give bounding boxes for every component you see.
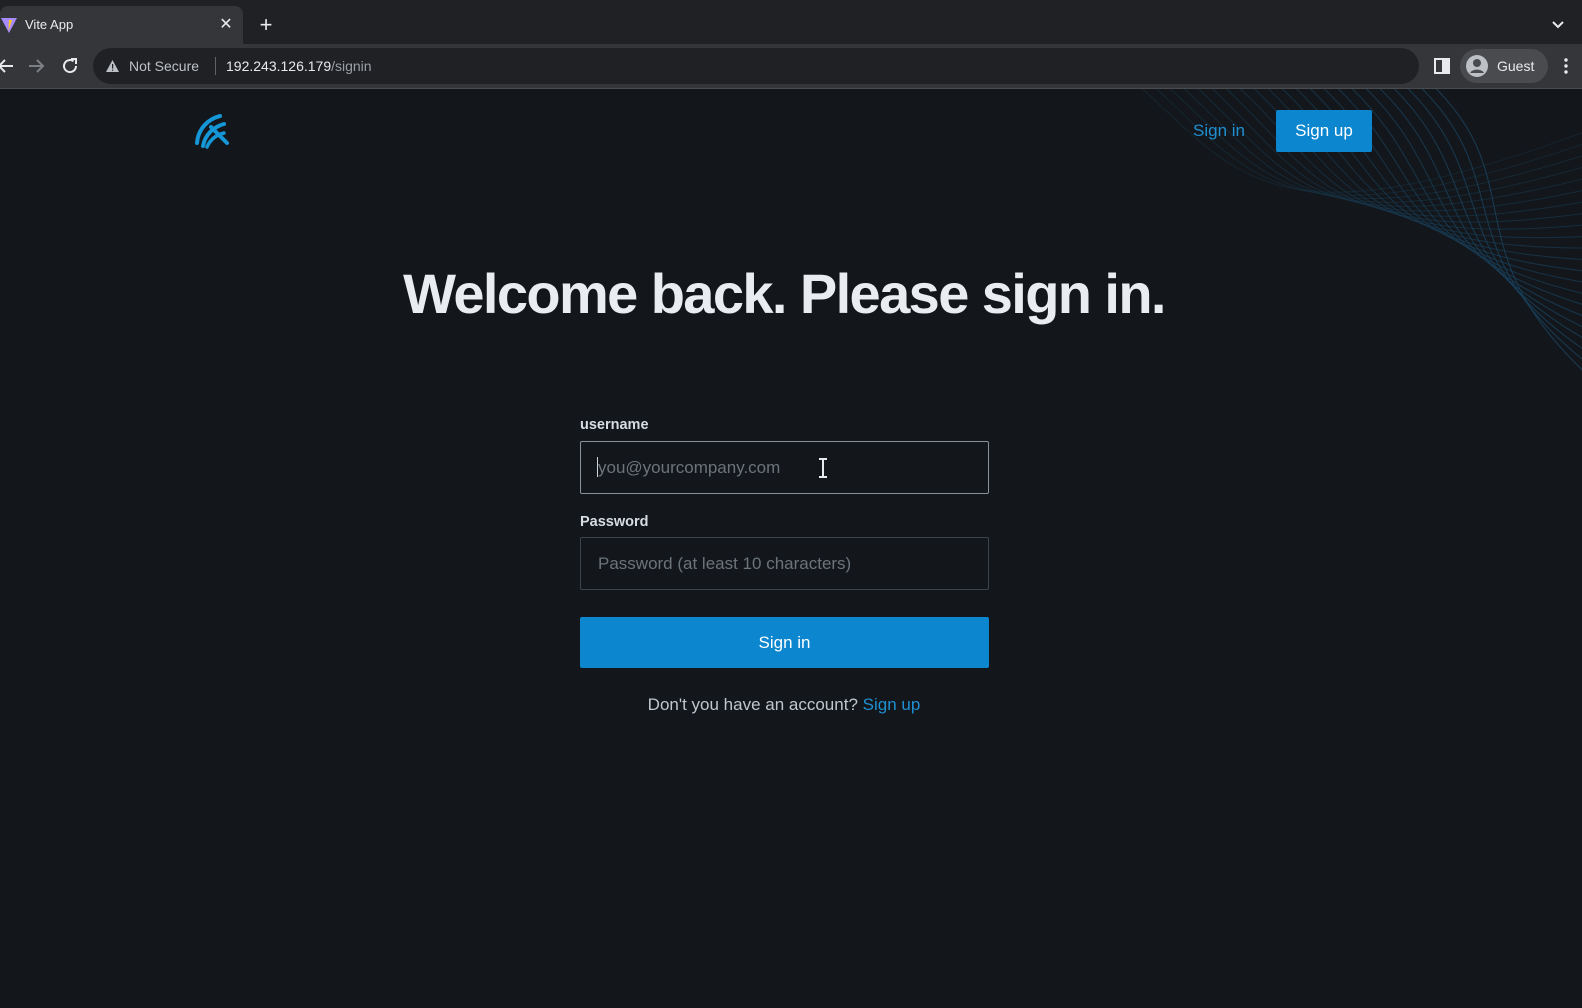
forward-arrow-icon[interactable] [24,54,48,78]
signup-prompt-text: Don't you have an account? [647,695,858,714]
signup-link[interactable]: Sign up [863,695,921,714]
tab-search-chevron-icon[interactable] [1548,14,1568,34]
signin-submit-button[interactable]: Sign in [580,617,989,668]
password-input[interactable] [580,537,989,590]
browser-tabstrip: Vite App ✕ + [0,0,1582,44]
address-bar[interactable]: Not Secure 192.243.126.179/signin [93,48,1419,84]
tab-close-icon[interactable]: ✕ [216,15,236,35]
tab-title: Vite App [25,17,74,32]
reload-icon[interactable] [58,54,82,78]
password-label: Password [580,514,649,530]
profile-button[interactable]: Guest [1460,49,1548,83]
url-path: /signin [331,58,372,74]
browser-tab[interactable]: Vite App ✕ [0,6,243,44]
security-status[interactable]: Not Secure [129,58,199,74]
url-host: 192.243.126.179 [226,58,332,74]
omnibox-divider [215,57,216,75]
back-arrow-icon[interactable] [0,54,18,78]
page-title: Welcome back. Please sign in. [403,262,1166,325]
text-caret [597,457,598,477]
vite-favicon-icon [1,18,17,33]
header-signup-button[interactable]: Sign up [1276,110,1372,152]
warning-triangle-icon [106,60,119,72]
profile-name: Guest [1497,58,1535,74]
username-label: username [580,417,649,433]
browser-menu-icon[interactable] [1560,56,1572,76]
signup-prompt: Don't you have an account? Sign up [0,695,1568,715]
url-text[interactable]: 192.243.126.179/signin [226,58,372,74]
ibeam-cursor-icon [819,458,827,478]
username-input[interactable] [580,441,989,494]
page-content: Sign in Sign up Welcome back. Please sig… [0,89,1582,1008]
profile-avatar-icon [1466,55,1488,77]
side-panel-icon[interactable] [1432,56,1452,76]
browser-toolbar: Not Secure 192.243.126.179/signin Guest [0,44,1582,89]
header-signin-link[interactable]: Sign in [1193,121,1245,141]
new-tab-icon[interactable]: + [255,14,277,36]
brand-logo-icon[interactable] [194,113,234,149]
